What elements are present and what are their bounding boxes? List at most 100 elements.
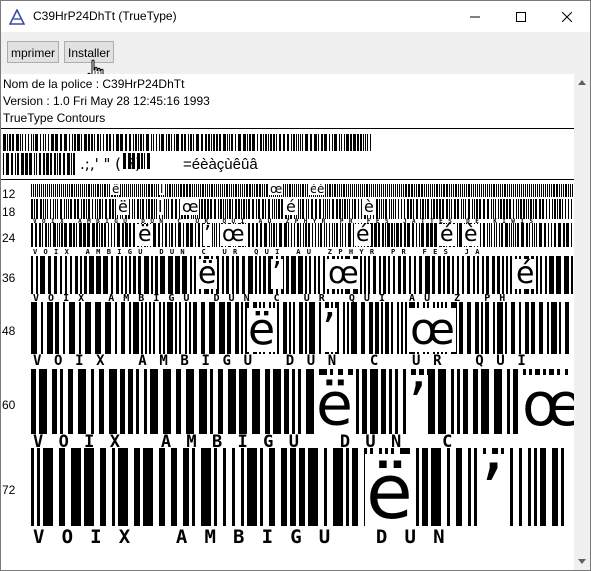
sample-bar xyxy=(393,256,395,294)
sample-bar xyxy=(548,223,549,247)
sample-bar xyxy=(294,184,295,197)
sample-bar xyxy=(71,448,81,526)
sample-bar xyxy=(403,256,406,294)
sample-bar xyxy=(48,223,49,247)
sample-bar xyxy=(57,184,58,197)
sample-bar xyxy=(95,199,96,219)
charset-bar xyxy=(3,134,6,151)
charset-bar xyxy=(106,134,108,151)
sample-bar xyxy=(458,184,459,197)
sample-glyph: ʼ xyxy=(271,256,283,291)
charset-line-2: .;,' " (!?) xyxy=(3,153,155,175)
sample-bar xyxy=(309,256,311,294)
sample-bar xyxy=(192,448,195,526)
charset-bar xyxy=(365,134,366,151)
sample-bar xyxy=(137,199,139,219)
sample-bar xyxy=(232,199,233,219)
sample-bar xyxy=(318,256,320,294)
sample-bar xyxy=(241,199,242,219)
charset-bar xyxy=(46,153,49,175)
sample-glyph: è xyxy=(463,223,479,247)
sample-bar xyxy=(332,223,333,247)
charset-bar xyxy=(229,134,230,151)
sample-bar xyxy=(466,184,467,197)
maximize-button[interactable] xyxy=(498,1,544,32)
charset-bar xyxy=(367,134,368,151)
sample-bar xyxy=(41,184,42,197)
sample-bar xyxy=(171,448,177,526)
scroll-down-button[interactable] xyxy=(574,553,590,570)
sample-bar xyxy=(105,302,111,354)
sample-bar xyxy=(209,302,215,354)
sample-bar xyxy=(391,184,392,197)
sample-bar xyxy=(48,256,51,294)
sample-bar xyxy=(354,199,356,219)
sample-bar xyxy=(168,256,173,294)
sample-bar xyxy=(528,448,531,526)
sample-bar xyxy=(360,184,361,197)
sample-bar xyxy=(327,199,328,219)
sample-bar xyxy=(519,184,520,197)
sample-bar xyxy=(105,199,107,219)
close-button[interactable] xyxy=(544,1,590,32)
sample-bar xyxy=(481,184,482,197)
sample-bar xyxy=(388,256,390,294)
sample-row-48: ëʼ œV O I X A M B I G U D U N C U R Q U I xyxy=(31,302,574,372)
charset-bar xyxy=(287,134,289,151)
sample-bar xyxy=(533,199,534,219)
sample-bar xyxy=(531,302,535,354)
sample-bar xyxy=(556,256,561,294)
sample-bar xyxy=(132,184,133,197)
sample-bar xyxy=(432,184,433,197)
font-preview-pane[interactable]: Nom de la police : C39HrP24DhTt Version … xyxy=(1,74,574,570)
sample-bar xyxy=(75,256,78,294)
sample-bar xyxy=(63,184,64,197)
font-viewer-window: C39HrP24DhTt (TrueType) mprimer Installe… xyxy=(0,0,591,571)
scroll-up-button[interactable] xyxy=(574,74,590,91)
vertical-scrollbar[interactable] xyxy=(574,74,590,570)
charset-bar xyxy=(48,134,49,151)
sample-glyph: l xyxy=(159,184,165,196)
sample-bar xyxy=(332,184,333,197)
sample-bar xyxy=(323,256,325,294)
minimize-button[interactable] xyxy=(452,1,498,32)
charset-bar xyxy=(208,134,210,151)
sample-bar xyxy=(491,199,492,219)
sample-bar xyxy=(117,223,120,247)
sample-bar xyxy=(109,369,117,434)
sample-bar xyxy=(346,448,349,526)
sample-bar xyxy=(374,223,377,247)
sample-bar xyxy=(362,369,367,434)
charset-bar xyxy=(146,134,149,151)
charset-bar xyxy=(257,134,258,151)
sample-bar xyxy=(434,223,437,247)
print-button[interactable]: mprimer xyxy=(7,41,59,63)
charset-bar xyxy=(227,134,228,151)
sample-bar xyxy=(229,184,230,197)
sample-bar xyxy=(296,184,297,197)
sample-bar xyxy=(416,199,418,219)
sample-bar xyxy=(97,199,98,219)
sample-bar xyxy=(439,199,441,219)
sample-bar xyxy=(305,302,307,354)
sample-bar xyxy=(212,223,213,247)
sample-bar xyxy=(513,369,518,434)
sample-glyph: ë xyxy=(117,199,129,216)
sample-bar xyxy=(481,302,483,354)
sample-bar xyxy=(35,184,36,197)
sample-bar xyxy=(252,223,254,247)
sample-bar xyxy=(109,184,110,197)
sample-bar xyxy=(182,256,187,294)
sample-bar xyxy=(144,184,145,197)
sample-bar xyxy=(154,184,155,197)
sample-bar xyxy=(549,256,554,294)
charset-bar xyxy=(25,134,26,151)
sample-bar xyxy=(198,184,199,197)
sample-bar xyxy=(347,199,348,219)
sample-bar xyxy=(171,199,173,219)
sample-bar xyxy=(40,199,42,219)
sample-bar xyxy=(468,199,470,219)
charset-bar xyxy=(143,134,144,151)
title-bar[interactable]: C39HrP24DhTt (TrueType) xyxy=(1,1,590,32)
sample-bar xyxy=(526,223,528,247)
